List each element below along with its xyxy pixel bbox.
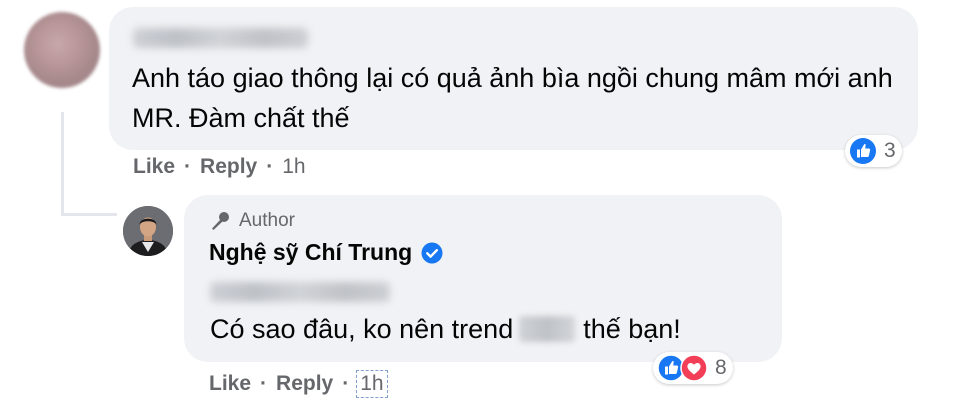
reaction-count: 8	[715, 356, 727, 379]
microphone-icon	[209, 210, 231, 232]
comment-actions: Like · Reply · 1h	[133, 155, 306, 179]
love-icon	[680, 354, 708, 382]
thread-line-connector	[61, 213, 117, 216]
separator: ·	[184, 155, 192, 178]
reply-text: Có sao đâu, ko nên trend thế bạn!	[210, 309, 681, 349]
comment-timestamp[interactable]: 1h	[282, 155, 305, 179]
separator: ·	[342, 372, 350, 395]
comment-text: Anh táo giao thông lại có quả ảnh bìa ng…	[132, 63, 893, 133]
reply-actions: Like · Reply · 1h	[209, 370, 388, 398]
like-button[interactable]: Like	[133, 155, 175, 179]
author-badge-label: Author	[239, 210, 295, 231]
reply-text-after: thế bạn!	[583, 314, 681, 344]
like-button[interactable]: Like	[209, 372, 251, 396]
commenter-name-redacted[interactable]	[133, 28, 308, 48]
reply-text-before: Có sao đâu, ko nên trend	[210, 314, 514, 344]
mention-name-redacted[interactable]	[210, 282, 390, 302]
reply-reactions[interactable]: 8	[653, 352, 733, 384]
separator: ·	[266, 155, 274, 178]
reply-button[interactable]: Reply	[276, 372, 333, 396]
reply-timestamp[interactable]: 1h	[356, 370, 388, 398]
author-name[interactable]: Nghệ sỹ Chí Trung	[209, 239, 412, 266]
author-name-row: Nghệ sỹ Chí Trung	[209, 239, 443, 266]
thread-line	[61, 112, 64, 216]
reaction-count: 3	[884, 139, 896, 162]
commenter-avatar[interactable]	[24, 12, 100, 88]
redacted-word	[519, 316, 576, 342]
author-badge: Author	[209, 210, 295, 232]
like-icon	[849, 137, 877, 165]
reply-button[interactable]: Reply	[200, 155, 257, 179]
author-avatar[interactable]	[123, 206, 173, 256]
verified-badge-icon	[421, 242, 443, 264]
separator: ·	[260, 372, 268, 395]
comment-reactions[interactable]: 3	[845, 135, 902, 167]
